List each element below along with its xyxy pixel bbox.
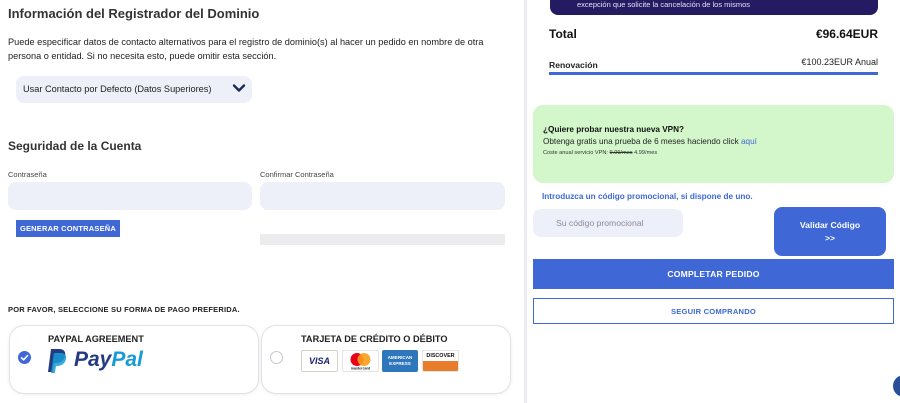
confirm-password-input[interactable] — [260, 182, 505, 210]
paypal-logo: PayPal — [74, 348, 143, 372]
vpn-offer-text: Obtenga gratis una prueba de 6 meses hac… — [543, 137, 739, 146]
mastercard-logo-text: mastercard — [351, 367, 370, 371]
confirm-password-label: Confirmar Contraseña — [260, 170, 334, 179]
vpn-old-price: 9.99/mes — [609, 150, 633, 156]
visa-logo: VISA — [301, 350, 338, 372]
paypal-logo-pay: Pay — [74, 348, 112, 371]
password-input[interactable] — [8, 182, 252, 210]
total-value: €96.64EUR — [815, 27, 878, 41]
password-strength-bar — [260, 234, 505, 245]
notice-banner-text: excepción que solicite la cancelación de… — [577, 0, 751, 9]
promo-code-hint: Introduzca un código promocional, si dis… — [542, 192, 753, 201]
password-label: Contraseña — [8, 170, 47, 179]
vpn-question: ¿Quiere probar nuestra nueva VPN? — [543, 125, 685, 134]
paypal-mark-icon — [48, 349, 67, 373]
total-label: Total — [549, 27, 577, 41]
mastercard-logo: mastercard — [342, 350, 379, 372]
payment-option-card[interactable]: TARJETA DE CRÉDITO O DÉBITO VISA masterc… — [262, 326, 510, 393]
complete-order-button[interactable]: COMPLETAR PEDIDO — [533, 259, 894, 289]
paypal-option-label: PAYPAL AGREEMENT — [48, 334, 144, 344]
check-circle-icon[interactable] — [18, 351, 31, 364]
vpn-price-prefix: Coste anual servicio VPN: — [543, 150, 608, 156]
registrant-title: Información del Registrador del Dominio — [8, 6, 260, 21]
vpn-new-price: 4.99/mes — [634, 150, 658, 156]
paypal-logo-pal: Pal — [111, 348, 143, 371]
vpn-price-line: Coste anual servicio VPN: 9.99/mes 4.99/… — [543, 150, 657, 156]
renewal-underline — [549, 72, 878, 75]
chevron-down-icon — [232, 84, 246, 92]
discover-logo: DISCOVER — [422, 350, 459, 372]
payment-method-title: POR FAVOR, SELECCIONE SU FORMA DE PAGO P… — [8, 305, 240, 314]
generate-password-button[interactable]: GENERAR CONTRASEÑA — [16, 220, 120, 237]
vpn-offer-box: ¿Quiere probar nuestra nueva VPN? Obteng… — [533, 105, 894, 183]
validate-code-arrow: >> — [824, 232, 836, 243]
validate-code-label: Validar Código — [799, 219, 861, 230]
mastercard-circles-icon: mastercard — [350, 353, 371, 371]
visa-logo-text: VISA — [308, 356, 330, 366]
registrant-description: Puede especificar datos de contacto alte… — [8, 37, 484, 61]
contact-select[interactable]: Usar Contacto por Defecto (Datos Superio… — [16, 76, 252, 103]
vpn-offer-line: Obtenga gratis una prueba de 6 meses hac… — [543, 137, 757, 146]
security-title: Seguridad de la Cuenta — [8, 139, 142, 153]
promo-code-input[interactable] — [533, 209, 683, 237]
continue-shopping-button[interactable]: SEGUIR COMPRANDO — [533, 298, 894, 324]
renewal-label: Renovación — [549, 60, 598, 70]
amex-logo: AMERICAN EXPRESS — [382, 350, 418, 372]
renewal-value: €100.23EUR Anual — [801, 57, 878, 67]
discover-stripe — [423, 361, 458, 371]
payment-option-paypal[interactable]: PAYPAL AGREEMENT PayPal — [10, 326, 258, 393]
amex-logo-text: AMERICAN EXPRESS — [387, 355, 413, 366]
radio-empty-icon[interactable] — [270, 351, 283, 364]
validate-code-button[interactable]: Validar Código >> — [774, 207, 886, 256]
discover-logo-text: DISCOVER — [426, 353, 455, 359]
vpn-offer-link[interactable]: aquí — [741, 137, 757, 146]
notice-banner: excepción que solicite la cancelación de… — [550, 0, 878, 15]
contact-select-value: Usar Contacto por Defecto (Datos Superio… — [23, 84, 212, 94]
card-option-label: TARJETA DE CRÉDITO O DÉBITO — [301, 334, 448, 344]
